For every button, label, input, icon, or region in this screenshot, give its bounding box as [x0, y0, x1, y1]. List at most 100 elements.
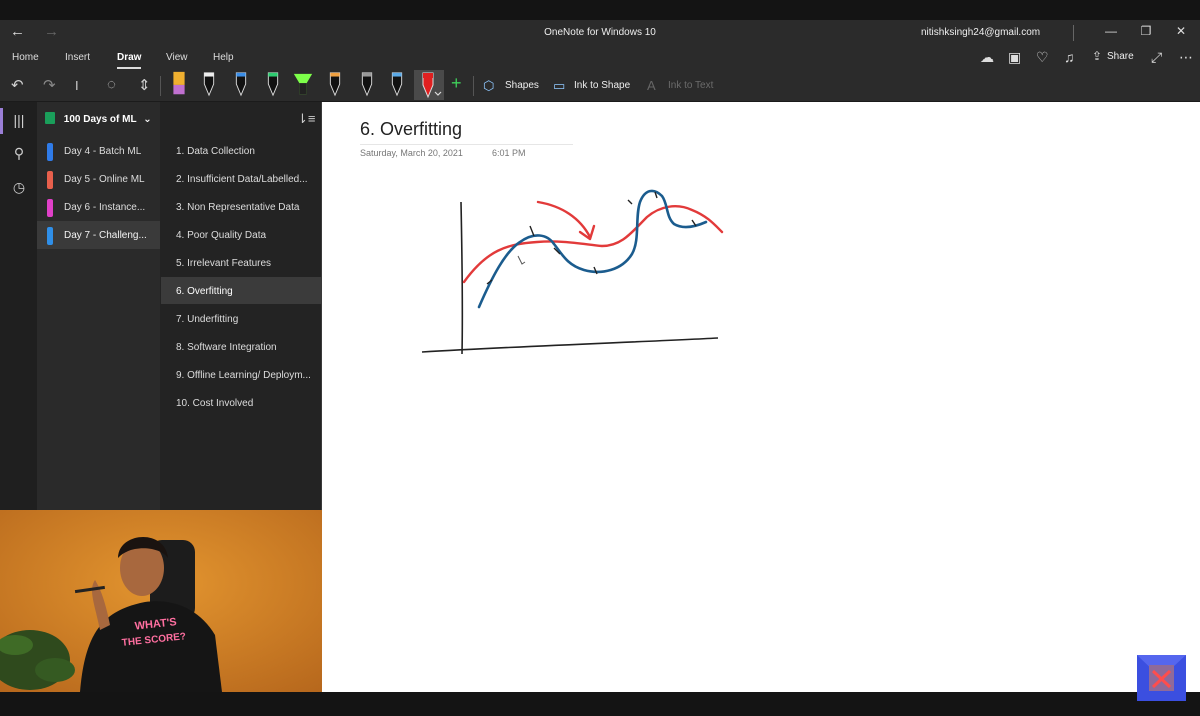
pen-blue[interactable]	[230, 70, 252, 98]
title-divider	[1073, 25, 1074, 41]
tab-insert[interactable]: Insert	[65, 52, 90, 63]
page-label: 2. Insufficient Data/Labelled...	[176, 174, 308, 185]
page-item[interactable]: 3. Non Representative Data	[161, 193, 321, 220]
page-item[interactable]: 2. Insufficient Data/Labelled...	[161, 165, 321, 192]
notebook-selector[interactable]: 100 Days of ML ⌄	[45, 112, 160, 128]
ink-red-arrow	[536, 200, 596, 241]
section-color-tab	[47, 227, 53, 245]
page-item[interactable]: 8. Software Integration	[161, 333, 321, 360]
ribbon-tabs: Home Insert Draw View Help ☁ ▣ ♡ ♫ ⇪ Sha…	[0, 46, 1200, 70]
share-icon: ⇪	[1092, 49, 1103, 63]
bell-icon[interactable]: ♫	[1064, 49, 1075, 65]
section-item[interactable]: Day 4 - Batch ML	[37, 137, 160, 165]
page-item[interactable]: 7. Underfitting	[161, 305, 321, 332]
undo-icon[interactable]: ↶	[11, 76, 24, 94]
page-label: 8. Software Integration	[176, 342, 277, 353]
notebook-name: 100 Days of ML	[63, 114, 137, 125]
sections-pane: 100 Days of ML ⌄ Day 4 - Batch ML Day 5 …	[37, 102, 160, 510]
section-label: Day 6 - Instance...	[64, 202, 146, 213]
ink-x-axis	[421, 337, 719, 353]
page-label: 5. Irrelevant Features	[176, 258, 272, 269]
ink-to-text-icon: A	[647, 78, 656, 93]
lasso-select-icon[interactable]: ◌	[107, 76, 116, 93]
section-item-selected[interactable]: Day 7 - Challeng...	[37, 221, 160, 249]
pen-black[interactable]	[198, 70, 220, 98]
recent-icon[interactable]: ◷	[8, 179, 30, 196]
tab-help[interactable]: Help	[213, 52, 234, 63]
ink-blue-overfit-curve	[477, 189, 708, 309]
notes-icon[interactable]: ▣	[1008, 49, 1021, 66]
pen-green[interactable]	[262, 70, 284, 98]
toolbar-divider	[160, 76, 161, 96]
page-label: 1. Data Collection	[176, 146, 255, 157]
tab-draw[interactable]: Draw	[117, 52, 142, 69]
section-item[interactable]: Day 6 - Instance...	[37, 193, 160, 221]
shapes-icon: ⬡	[483, 78, 495, 93]
page-label: 10. Cost Involved	[176, 398, 254, 409]
add-pen-icon[interactable]: +	[451, 73, 462, 94]
fullscreen-icon[interactable]: ⤢	[1151, 49, 1162, 66]
ink-to-shape-button[interactable]: Ink to Shape	[574, 80, 630, 91]
type-select-icon[interactable]: I	[75, 78, 79, 93]
account-email[interactable]: nitishksingh24@gmail.com	[921, 27, 1040, 38]
ink-to-shape-icon: ▭	[553, 78, 566, 93]
pen-lightblue[interactable]	[386, 70, 408, 98]
share-button[interactable]: Share	[1107, 51, 1134, 62]
pencil-gray[interactable]	[356, 70, 378, 98]
shapes-button[interactable]: Shapes	[505, 80, 539, 91]
pen-orange[interactable]	[324, 70, 346, 98]
presenter-video: WHAT'S THE SCORE?	[0, 510, 322, 692]
nav-rail: ||| ⚲ ◷	[0, 102, 37, 510]
section-color-tab	[47, 171, 53, 189]
notebook-icon	[45, 112, 55, 124]
section-item[interactable]: Day 5 - Online ML	[37, 165, 160, 193]
section-label: Day 5 - Online ML	[64, 174, 145, 185]
page-item-selected[interactable]: 6. Overfitting	[161, 277, 321, 304]
page-label: 7. Underfitting	[176, 314, 239, 325]
add-space-icon[interactable]: ⇕	[138, 76, 151, 94]
bottom-strip	[0, 692, 1200, 716]
redo-icon[interactable]: ↷	[43, 76, 56, 94]
sort-icon[interactable]: ⇂≡	[297, 111, 315, 127]
page-label: 4. Poor Quality Data	[176, 230, 267, 241]
section-color-tab	[47, 143, 53, 161]
channel-logo	[1137, 655, 1186, 701]
rail-active-indicator	[0, 108, 3, 134]
pages-pane: ⇂≡ 1. Data Collection 2. Insufficient Da…	[160, 102, 322, 510]
minimize-icon[interactable]: —	[1096, 24, 1126, 38]
section-label: Day 4 - Batch ML	[64, 146, 142, 157]
page-label: 9. Offline Learning/ Deploym...	[176, 370, 311, 381]
page-item[interactable]: 1. Data Collection	[161, 137, 321, 164]
tab-home[interactable]: Home	[12, 52, 39, 63]
lightbulb-icon[interactable]: ♡	[1036, 49, 1049, 66]
section-label: Day 7 - Challeng...	[64, 230, 147, 241]
restore-icon[interactable]: ❐	[1131, 24, 1161, 38]
ink-drawing[interactable]	[322, 102, 1200, 692]
title-bar: ← → OneNote for Windows 10 nitishksingh2…	[0, 20, 1200, 46]
ink-to-text-button: Ink to Text	[668, 80, 714, 91]
page-label: 3. Non Representative Data	[176, 202, 300, 213]
page-canvas[interactable]: 6. Overfitting Saturday, March 20, 2021 …	[322, 102, 1200, 692]
page-item[interactable]: 9. Offline Learning/ Deploym...	[161, 361, 321, 388]
notebooks-icon[interactable]: |||	[8, 112, 30, 128]
page-label: 6. Overfitting	[176, 286, 233, 297]
page-item[interactable]: 4. Poor Quality Data	[161, 221, 321, 248]
more-icon[interactable]: ⋯	[1179, 49, 1193, 66]
close-icon[interactable]: ✕	[1166, 24, 1196, 38]
draw-toolbar: ↶ ↷ I ◌ ⇕ + ⬡ Shapes ▭ Ink to Shape A In…	[0, 70, 1200, 102]
search-icon[interactable]: ⚲	[8, 145, 30, 162]
page-item[interactable]: 5. Irrelevant Features	[161, 249, 321, 276]
ink-y-axis	[460, 201, 464, 355]
mouse-cursor-icon	[517, 255, 526, 265]
pen-red-selected[interactable]	[414, 70, 444, 100]
page-item[interactable]: 10. Cost Involved	[161, 389, 321, 416]
highlighter-green[interactable]	[292, 70, 314, 98]
webcam-overlay: WHAT'S THE SCORE?	[0, 510, 322, 692]
section-color-tab	[47, 199, 53, 217]
top-strip	[0, 0, 1200, 20]
sync-cloud-icon[interactable]: ☁	[980, 49, 994, 66]
tab-view[interactable]: View	[166, 52, 188, 63]
toolbar-divider-2	[473, 76, 474, 96]
chevron-down-icon: ⌄	[143, 114, 152, 125]
pen-purple[interactable]	[168, 70, 190, 98]
